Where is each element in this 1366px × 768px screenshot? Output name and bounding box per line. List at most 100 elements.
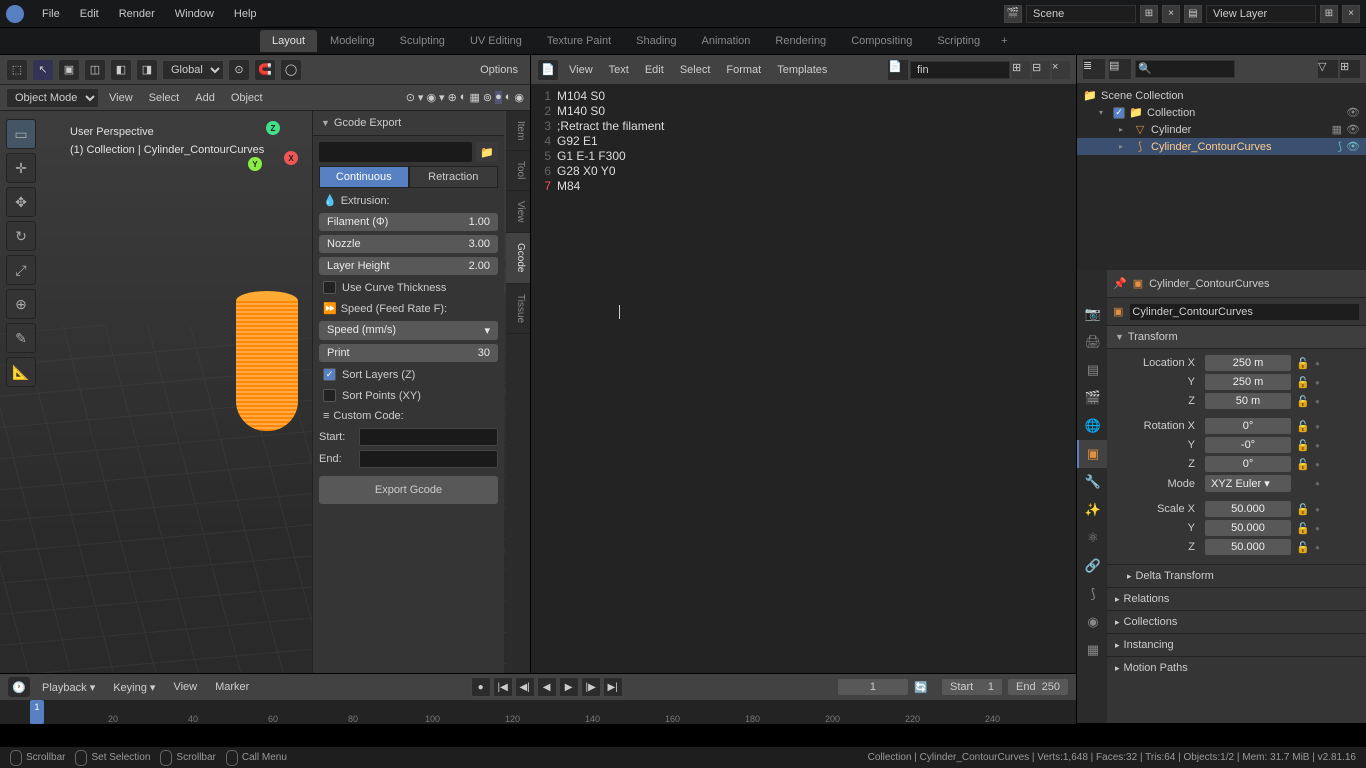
object-menu[interactable]: Object <box>225 92 269 104</box>
select-lasso-icon[interactable]: ◫ <box>84 59 106 81</box>
select-all-icon[interactable]: ◨ <box>136 59 158 81</box>
lock-icon[interactable]: 🔓 <box>1295 376 1311 389</box>
layer-height-field[interactable]: Layer Height2.00 <box>319 257 498 275</box>
tab-tissue[interactable]: Tissue <box>506 284 530 334</box>
outliner-tree[interactable]: 📁Scene Collection ▾✓📁Collection👁 ▸▽Cylin… <box>1077 83 1366 270</box>
tab-compositing[interactable]: Compositing <box>839 30 924 52</box>
shading-material-icon[interactable]: ◐ <box>505 91 512 104</box>
select-menu[interactable]: Select <box>143 92 186 104</box>
text-unlink-icon[interactable]: × <box>1052 61 1070 79</box>
select-circle-icon[interactable]: ◧ <box>110 59 132 81</box>
play-reverse-icon[interactable]: ◀ <box>537 677 557 697</box>
rotation-mode-dropdown[interactable]: XYZ Euler ▾ <box>1205 475 1291 492</box>
scene-icon[interactable]: 🎬 <box>1004 5 1022 23</box>
tab-view[interactable]: View <box>506 191 530 234</box>
orientation-dropdown[interactable]: Global <box>162 60 224 80</box>
text-edit-menu[interactable]: Edit <box>639 64 670 76</box>
marker-menu[interactable]: Marker <box>209 681 255 693</box>
jump-start-icon[interactable]: |◀ <box>493 677 513 697</box>
transform-section-header[interactable]: ▼Transform <box>1107 326 1366 349</box>
rotate-tool-icon[interactable]: ↻ <box>6 221 36 251</box>
tab-modeling[interactable]: Modeling <box>318 30 387 52</box>
tree-scene-collection[interactable]: 📁Scene Collection <box>1077 87 1366 104</box>
timeline-type-icon[interactable]: 🕐 <box>8 677 30 697</box>
add-workspace-button[interactable]: + <box>993 35 1015 47</box>
new-scene-icon[interactable]: ⊞ <box>1140 5 1158 23</box>
new-viewlayer-icon[interactable]: ⊞ <box>1320 5 1338 23</box>
playhead[interactable]: 1 <box>30 700 44 724</box>
rotation-y-field[interactable]: -0° <box>1205 437 1291 453</box>
shading-rendered-icon[interactable]: ◉ <box>514 91 524 104</box>
scale-y-field[interactable]: 50.000 <box>1205 520 1291 536</box>
tree-cylinder[interactable]: ▸▽Cylinder▦👁 <box>1077 121 1366 138</box>
snap-icon[interactable]: 🧲 <box>254 59 276 81</box>
prop-tab-modifier-icon[interactable]: 🔧 <box>1077 468 1107 496</box>
tab-shading[interactable]: Shading <box>624 30 688 52</box>
prop-tab-output-icon[interactable]: 🖨 <box>1077 328 1107 356</box>
text-select-menu[interactable]: Select <box>674 64 717 76</box>
sort-points-checkbox[interactable]: Sort Points (XY) <box>319 387 498 404</box>
scale-z-field[interactable]: 50.000 <box>1205 539 1291 555</box>
lock-icon[interactable]: 🔓 <box>1295 395 1311 408</box>
lock-icon[interactable]: 🔓 <box>1295 420 1311 433</box>
object-name-input[interactable] <box>1129 303 1360 321</box>
scale-x-field[interactable]: 50.000 <box>1205 501 1291 517</box>
axis-y-icon[interactable]: Y <box>248 157 262 171</box>
eye-icon[interactable]: 👁 <box>1346 106 1360 119</box>
gizmo-toggle-icon[interactable]: ⊕ <box>448 91 457 104</box>
prop-tab-constraint-icon[interactable]: 🔗 <box>1077 552 1107 580</box>
prop-tab-object-icon[interactable]: ▣ <box>1077 440 1107 468</box>
text-templates-menu[interactable]: Templates <box>771 64 833 76</box>
options-menu[interactable]: Options <box>474 64 524 76</box>
autokey-icon[interactable]: ● <box>471 677 491 697</box>
jump-end-icon[interactable]: ▶| <box>603 677 623 697</box>
cursor-tool-icon[interactable]: ↖ <box>32 59 54 81</box>
viewport-opt2-icon[interactable]: ▾ <box>418 91 424 104</box>
start-code-input[interactable] <box>359 428 498 446</box>
tab-sculpting[interactable]: Sculpting <box>388 30 457 52</box>
start-frame-input[interactable]: Start1 <box>942 679 1002 695</box>
cylinder-object[interactable] <box>236 291 298 441</box>
tab-item[interactable]: Item <box>506 111 530 151</box>
tab-texturepaint[interactable]: Texture Paint <box>535 30 623 52</box>
tab-animation[interactable]: Animation <box>690 30 763 52</box>
curve-thickness-checkbox[interactable]: Use Curve Thickness <box>319 279 498 296</box>
location-x-field[interactable]: 250 m <box>1205 355 1291 371</box>
editor-type-icon[interactable]: ⬚ <box>6 59 28 81</box>
viewport-3d-area[interactable]: User Perspective (1) Collection | Cylind… <box>0 111 530 723</box>
nozzle-field[interactable]: Nozzle3.00 <box>319 235 498 253</box>
retraction-toggle[interactable]: Retraction <box>409 166 499 188</box>
prop-tab-scene-icon[interactable]: 🎬 <box>1077 384 1107 412</box>
shading-wireframe-icon[interactable]: ⊚ <box>483 91 492 104</box>
help-menu[interactable]: Help <box>224 8 267 20</box>
viewlayer-field[interactable] <box>1206 5 1316 23</box>
navigation-gizmo[interactable]: Z X Y <box>244 121 300 177</box>
eye-icon[interactable]: 👁 <box>1346 140 1360 153</box>
delete-viewlayer-icon[interactable]: × <box>1342 5 1360 23</box>
proportional-icon[interactable]: ◯ <box>280 59 302 81</box>
prop-tab-physics-icon[interactable]: ⚛ <box>1077 524 1107 552</box>
delta-transform-section[interactable]: ▸Delta Transform <box>1107 564 1366 587</box>
tab-layout[interactable]: Layout <box>260 30 317 52</box>
lock-icon[interactable]: 🔓 <box>1295 522 1311 535</box>
continuous-toggle[interactable]: Continuous <box>319 166 409 188</box>
tab-uvediting[interactable]: UV Editing <box>458 30 534 52</box>
scale-tool-icon[interactable]: ⤢ <box>6 255 36 285</box>
tab-rendering[interactable]: Rendering <box>763 30 838 52</box>
relations-section[interactable]: ▸Relations <box>1107 587 1366 610</box>
prop-tab-material-icon[interactable]: ◉ <box>1077 608 1107 636</box>
keying-menu[interactable]: Keying ▾ <box>107 681 161 694</box>
lock-icon[interactable]: 🔓 <box>1295 541 1311 554</box>
text-datablock-icon[interactable]: 📄 <box>888 60 908 80</box>
transform-tool-icon[interactable]: ⊕ <box>6 289 36 319</box>
viewport-opt4-icon[interactable]: ▾ <box>439 91 445 104</box>
timeline-track[interactable]: 1 20 40 60 80 100 120 140 160 180 200 22… <box>0 700 1076 724</box>
prop-tab-world-icon[interactable]: 🌐 <box>1077 412 1107 440</box>
prop-tab-render-icon[interactable]: 📷 <box>1077 300 1107 328</box>
location-z-field[interactable]: 50 m <box>1205 393 1291 409</box>
end-frame-input[interactable]: End250 <box>1008 679 1068 695</box>
text-editor-type-icon[interactable]: 📄 <box>537 59 559 81</box>
lock-icon[interactable]: 🔓 <box>1295 439 1311 452</box>
outliner-search[interactable] <box>1135 60 1235 78</box>
properties-datablock[interactable]: ▣ <box>1107 298 1366 326</box>
